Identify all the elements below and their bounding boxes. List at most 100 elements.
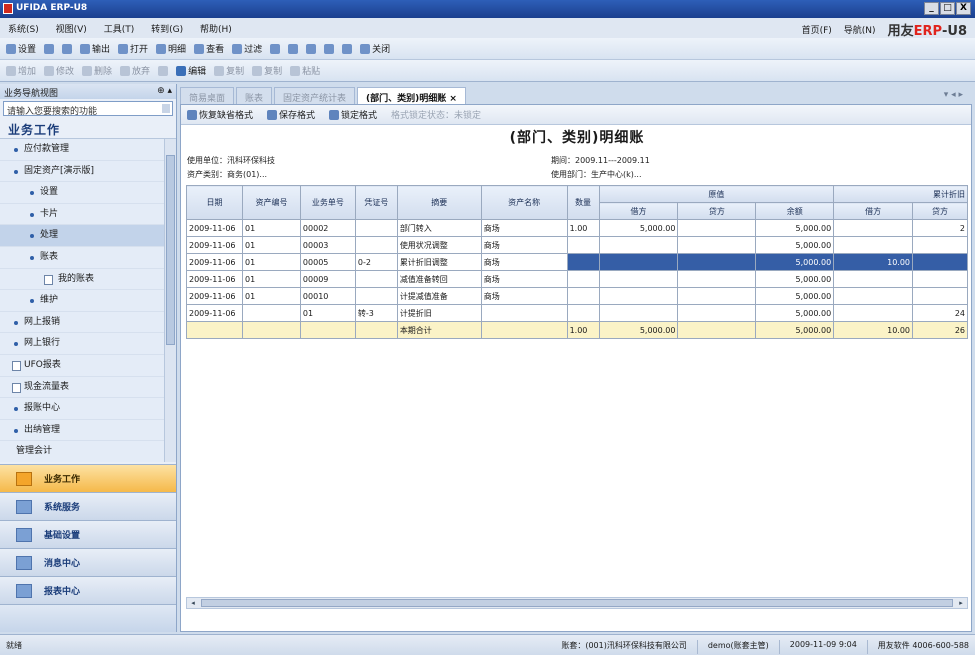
cell[interactable]: 本期合计 bbox=[396, 321, 482, 339]
col-voucher[interactable]: 凭证号 bbox=[354, 185, 398, 220]
table-row[interactable]: 2009-11-06 01 00009 减值准备转回 商场 5,000.00 bbox=[186, 270, 968, 288]
cell[interactable]: 5,000.00 bbox=[755, 304, 835, 322]
cell[interactable]: 商场 bbox=[480, 236, 568, 254]
cell[interactable] bbox=[598, 287, 679, 305]
cell[interactable]: 01 bbox=[299, 304, 356, 322]
col-acc-debit[interactable]: 借方 bbox=[833, 202, 914, 220]
tree-item-cashier[interactable]: 出纳管理 bbox=[0, 419, 176, 442]
cell[interactable]: 2009-11-06 bbox=[186, 287, 243, 305]
tree-item-reports[interactable]: 账表 bbox=[0, 246, 176, 269]
delete-button[interactable]: 删除 bbox=[82, 64, 112, 77]
col-acc-credit[interactable]: 贷方 bbox=[912, 202, 968, 220]
tree-item-process[interactable]: 处理 bbox=[0, 225, 176, 247]
cell[interactable]: 01 bbox=[241, 270, 301, 288]
settings-button[interactable]: 设置 bbox=[6, 42, 36, 55]
table-total-row[interactable]: 本期合计 1.00 5,000.00 5,000.00 10.00 26 bbox=[186, 321, 968, 339]
print-button[interactable] bbox=[44, 43, 55, 54]
cell[interactable] bbox=[354, 236, 398, 254]
modify-button[interactable]: 修改 bbox=[44, 64, 74, 77]
lock-format-button[interactable]: 锁定格式 bbox=[329, 108, 377, 121]
col-orig-debit[interactable]: 借方 bbox=[598, 202, 679, 220]
cell[interactable]: 5,000.00 bbox=[755, 270, 835, 288]
cell[interactable]: 商场 bbox=[480, 219, 568, 237]
cell[interactable]: 01 bbox=[241, 287, 301, 305]
cell[interactable]: 累计折旧调整 bbox=[396, 253, 482, 271]
cell[interactable] bbox=[299, 321, 356, 339]
cell[interactable] bbox=[833, 287, 914, 305]
cell[interactable]: 使用状况调整 bbox=[396, 236, 482, 254]
cell[interactable]: 2009-11-06 bbox=[186, 253, 243, 271]
paste-button[interactable]: 粘贴 bbox=[290, 64, 320, 77]
cell[interactable] bbox=[833, 219, 914, 237]
cell[interactable] bbox=[480, 321, 568, 339]
cell[interactable]: 00002 bbox=[299, 219, 356, 237]
function-search-input[interactable]: 请输入您要搜索的功能 bbox=[3, 101, 173, 117]
cell[interactable] bbox=[566, 253, 600, 271]
cell[interactable]: 1.00 bbox=[566, 321, 600, 339]
scroll-thumb[interactable] bbox=[201, 599, 953, 607]
module-system-service[interactable]: 系统服务 bbox=[0, 492, 176, 520]
cell[interactable]: 商场 bbox=[480, 287, 568, 305]
copy-button[interactable]: 复制 bbox=[214, 64, 244, 77]
open-button[interactable]: 打开 bbox=[118, 42, 148, 55]
table-row[interactable]: 2009-11-06 01 00002 部门转入 商场 1.00 5,000.00 5,000… bbox=[186, 219, 968, 237]
cell[interactable] bbox=[598, 270, 679, 288]
cell[interactable] bbox=[677, 304, 757, 322]
cell[interactable] bbox=[566, 304, 600, 322]
cell[interactable]: 1.00 bbox=[566, 219, 600, 237]
close-button[interactable]: X bbox=[956, 2, 971, 15]
cell[interactable]: 10.00 bbox=[833, 253, 914, 271]
cell[interactable] bbox=[912, 287, 968, 305]
pin-icon[interactable]: ⊕ ▴ bbox=[157, 86, 172, 97]
detail-button[interactable]: 明细 bbox=[156, 42, 186, 55]
col-date[interactable]: 日期 bbox=[186, 185, 243, 220]
cell[interactable] bbox=[354, 219, 398, 237]
cell[interactable] bbox=[677, 253, 757, 271]
cell[interactable] bbox=[677, 321, 757, 339]
cell[interactable]: 部门转入 bbox=[396, 219, 482, 237]
scroll-left-icon[interactable]: ◂ bbox=[187, 598, 199, 608]
cell[interactable]: 24 bbox=[912, 304, 968, 322]
scroll-right-icon[interactable]: ▸ bbox=[955, 598, 967, 608]
module-business-work[interactable]: 业务工作 bbox=[0, 464, 176, 492]
cell[interactable]: 00005 bbox=[299, 253, 356, 271]
tree-item-online-reimb[interactable]: 网上报销 bbox=[0, 311, 176, 334]
cell[interactable] bbox=[912, 270, 968, 288]
col-qty[interactable]: 数量 bbox=[566, 185, 600, 220]
module-message-center[interactable]: 消息中心 bbox=[0, 548, 176, 576]
cell[interactable] bbox=[677, 219, 757, 237]
cell[interactable]: 2009-11-06 bbox=[186, 304, 243, 322]
tree-item-setup[interactable]: 设置 bbox=[0, 182, 176, 204]
tree-item-mgmt-accounting[interactable]: 管理会计 bbox=[0, 441, 176, 462]
cell[interactable]: 00009 bbox=[299, 270, 356, 288]
cell[interactable] bbox=[912, 253, 968, 271]
cell[interactable]: 2009-11-06 bbox=[186, 236, 243, 254]
cell[interactable] bbox=[354, 270, 398, 288]
cell[interactable]: 01 bbox=[241, 253, 301, 271]
cell[interactable]: 5,000.00 bbox=[598, 321, 679, 339]
menu-goto[interactable]: 转到(G) bbox=[143, 18, 189, 35]
menu-view[interactable]: 视图(V) bbox=[48, 18, 93, 35]
save-button[interactable] bbox=[158, 65, 169, 76]
cell[interactable] bbox=[186, 321, 243, 339]
cell[interactable] bbox=[241, 304, 301, 322]
cell[interactable]: 00003 bbox=[299, 236, 356, 254]
tab-nav-icon[interactable]: ▾ ◂ ▸ bbox=[944, 90, 963, 100]
add-button[interactable]: 增加 bbox=[6, 64, 36, 77]
export-button[interactable]: 输出 bbox=[80, 42, 110, 55]
cell[interactable] bbox=[833, 304, 914, 322]
tree-item-cards[interactable]: 卡片 bbox=[0, 203, 176, 226]
tab-close-icon[interactable]: × bbox=[449, 94, 457, 104]
menu-tools[interactable]: 工具(T) bbox=[96, 18, 141, 35]
edit-button[interactable]: 编辑 bbox=[176, 64, 206, 77]
cell[interactable] bbox=[677, 236, 757, 254]
cell[interactable] bbox=[566, 236, 600, 254]
menu-system[interactable]: 系统(S) bbox=[0, 18, 45, 35]
prev-button[interactable] bbox=[306, 43, 317, 54]
cell[interactable] bbox=[912, 236, 968, 254]
cell[interactable]: 0-2 bbox=[354, 253, 398, 271]
tree-item-ufo[interactable]: UFO报表 bbox=[0, 354, 176, 377]
cell[interactable]: 01 bbox=[241, 219, 301, 237]
table-row[interactable]: 2009-11-06 01 00010 计提减值准备 商场 5,000.00 bbox=[186, 287, 968, 305]
col-asset-no[interactable]: 资产编号 bbox=[241, 185, 301, 220]
